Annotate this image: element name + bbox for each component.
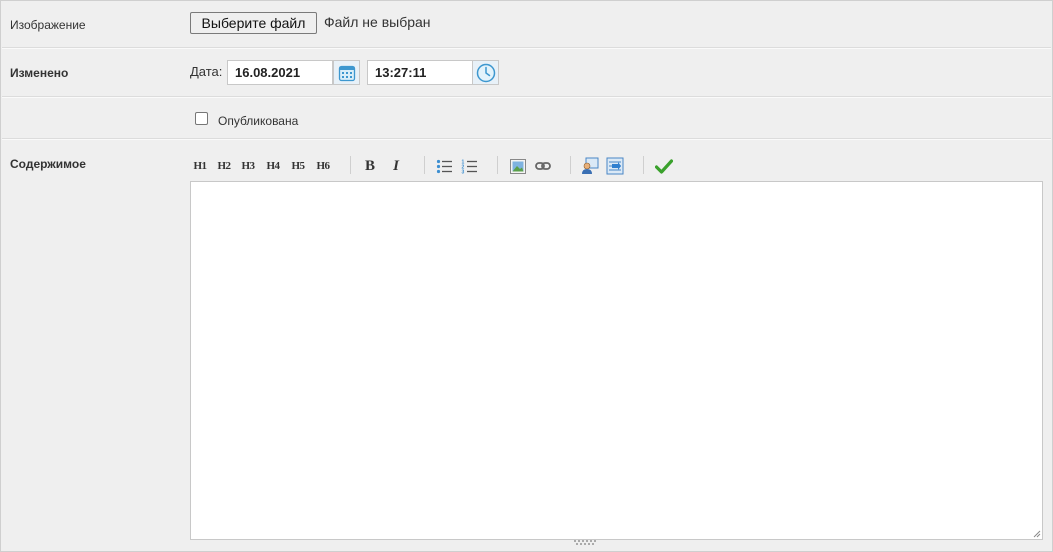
time-input[interactable]: 13:27:11 [367,60,473,85]
calendar-button[interactable] [333,60,360,85]
image-label: Изображение [10,18,86,32]
image-row [2,1,1051,48]
toolbar-h6-button[interactable]: H6 [312,157,334,175]
toolbar-italic-button[interactable]: I [389,157,403,175]
toolbar-separator [424,156,425,174]
calendar-icon [338,65,355,81]
published-label: Опубликована [218,114,299,128]
toolbar-bold-button[interactable]: B [363,157,377,175]
date-label: Дата: [190,64,223,79]
choose-file-button[interactable]: Выберите файл [190,12,317,34]
toolbar-separator [643,156,644,174]
insert-user-icon [582,157,599,174]
file-status-text: Файл не выбран [324,14,431,30]
editor-resize-handle-icon[interactable] [573,540,597,546]
clock-button[interactable] [472,60,499,85]
clock-icon [476,63,495,82]
published-row [2,97,1051,139]
unordered-list-icon [436,159,452,173]
checkmark-icon [655,158,673,174]
toolbar-link-button[interactable] [534,157,551,175]
insert-template-icon [606,157,624,175]
link-icon [534,162,551,170]
toolbar-ordered-list-button[interactable]: 123 [460,157,478,175]
published-checkbox[interactable] [195,112,208,125]
toolbar-h4-button[interactable]: H4 [262,157,284,175]
image-icon [509,158,526,174]
toolbar-separator [350,156,351,174]
content-editor[interactable] [190,181,1043,540]
changed-label: Изменено [10,66,69,80]
toolbar-unordered-list-button[interactable] [435,157,453,175]
toolbar-h1-button[interactable]: H1 [189,157,211,175]
svg-text:3: 3 [461,169,464,174]
toolbar-insert-template-button[interactable] [606,157,624,175]
toolbar-separator [497,156,498,174]
date-input[interactable]: 16.08.2021 [227,60,333,85]
toolbar-h2-button[interactable]: H2 [213,157,235,175]
ordered-list-icon: 123 [461,159,477,174]
toolbar-separator [570,156,571,174]
form-panel: Изображение Выберите файл Файл не выбран… [0,0,1053,552]
toolbar-h3-button[interactable]: H3 [237,157,259,175]
changed-row [2,48,1051,97]
toolbar-save-button[interactable] [655,157,673,175]
resize-grip-icon[interactable] [1032,529,1041,538]
toolbar-h5-button[interactable]: H5 [287,157,309,175]
toolbar-image-button[interactable] [509,157,526,175]
content-label: Содержимое [10,157,86,171]
toolbar-insert-user-button[interactable] [581,157,599,175]
